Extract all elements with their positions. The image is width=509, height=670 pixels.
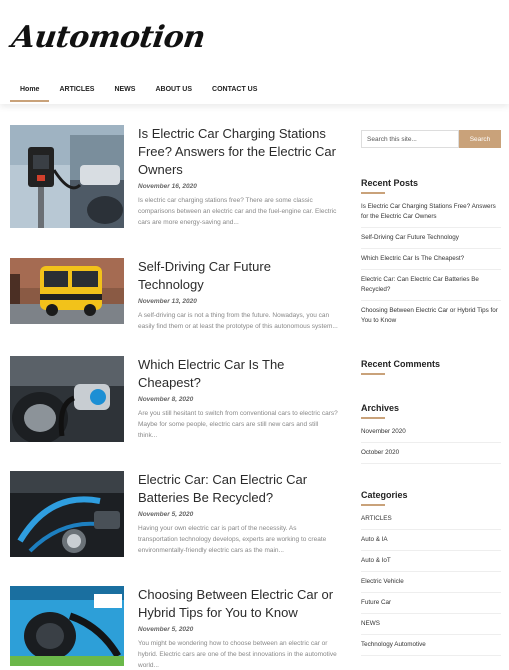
category-link[interactable]: Electric Vehicle <box>361 577 501 593</box>
category-link[interactable]: Auto & IA <box>361 535 501 551</box>
post-title[interactable]: Which Electric Car Is The Cheapest? <box>138 356 338 392</box>
post-thumbnail-self-driving-bus[interactable] <box>10 258 124 324</box>
post-excerpt: Having your own electric car is part of … <box>138 525 327 554</box>
recent-post-link[interactable]: Self-Driving Car Future Technology <box>361 233 501 249</box>
site-logo[interactable]: Automotion <box>10 20 208 55</box>
category-link[interactable]: Auto & IoT <box>361 556 501 572</box>
post-title[interactable]: Self-Driving Car Future Technology <box>138 258 338 294</box>
category-link[interactable]: ARTICLES <box>361 514 501 530</box>
nav-articles[interactable]: ARTICLES <box>49 80 104 102</box>
recent-post-link[interactable]: Choosing Between Electric Car or Hybrid … <box>361 306 501 331</box>
post-title[interactable]: Electric Car: Can Electric Car Batteries… <box>138 471 338 507</box>
recent-posts-widget: Recent Posts Is Electric Car Charging St… <box>361 178 501 331</box>
post-title[interactable]: Is Electric Car Charging Stations Free? … <box>138 125 338 179</box>
search-form: Search <box>361 130 501 148</box>
post-title[interactable]: Choosing Between Electric Car or Hybrid … <box>138 586 338 622</box>
main-nav: Home ARTICLES NEWS ABOUT US CONTACT US <box>10 80 267 104</box>
archive-link[interactable]: October 2020 <box>361 448 501 464</box>
archives-widget: Archives November 2020 October 2020 <box>361 403 501 464</box>
nav-about-us[interactable]: ABOUT US <box>145 80 202 102</box>
search-input[interactable] <box>361 130 459 148</box>
post-date: November 5, 2020 <box>138 511 194 518</box>
post-thumbnail-hybrid-charging[interactable] <box>10 586 124 666</box>
site-header: Automotion Home ARTICLES NEWS ABOUT US C… <box>0 0 509 104</box>
post-excerpt: Is electric car charging stations free? … <box>138 197 337 226</box>
category-link[interactable]: NEWS <box>361 619 501 635</box>
nav-home[interactable]: Home <box>10 80 50 102</box>
recent-post-link[interactable]: Electric Car: Can Electric Car Batteries… <box>361 275 501 301</box>
nav-contact-us[interactable]: CONTACT US <box>202 80 267 102</box>
recent-post-link[interactable]: Is Electric Car Charging Stations Free? … <box>361 202 501 228</box>
post-date: November 13, 2020 <box>138 298 197 305</box>
post-thumbnail-charging-station[interactable] <box>10 125 124 228</box>
recent-comments-widget: Recent Comments <box>361 359 501 375</box>
post-date: November 8, 2020 <box>138 396 194 403</box>
search-button[interactable]: Search <box>459 130 501 148</box>
category-link[interactable]: Technology Automotive <box>361 640 501 656</box>
archives-title: Archives <box>361 403 501 419</box>
recent-posts-title: Recent Posts <box>361 178 501 194</box>
post-excerpt: A self-driving car is not a thing from t… <box>138 312 338 330</box>
post-excerpt: Are you still hesitant to switch from co… <box>138 410 338 439</box>
archive-link[interactable]: November 2020 <box>361 427 501 443</box>
categories-title: Categories <box>361 490 501 506</box>
sidebar: Search Recent Posts Is Electric Car Char… <box>361 130 501 661</box>
categories-widget: Categories ARTICLES Auto & IA Auto & IoT… <box>361 490 501 656</box>
recent-comments-title: Recent Comments <box>361 359 501 375</box>
category-link[interactable]: Future Car <box>361 598 501 614</box>
nav-news[interactable]: NEWS <box>104 80 145 102</box>
post-date: November 16, 2020 <box>138 183 197 190</box>
post-excerpt: You might be wondering how to choose bet… <box>138 640 337 669</box>
post-date: November 5, 2020 <box>138 626 194 633</box>
post-thumbnail-ev-battery-charging[interactable] <box>10 471 124 557</box>
post-thumbnail-ev-charger-plug[interactable] <box>10 356 124 442</box>
recent-post-link[interactable]: Which Electric Car Is The Cheapest? <box>361 254 501 270</box>
